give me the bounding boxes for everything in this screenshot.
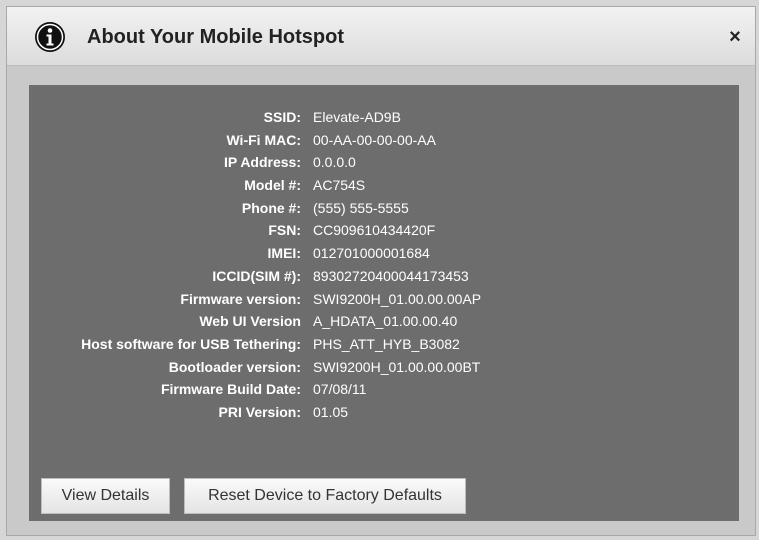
info-row: Host software for USB Tethering: PHS_ATT_… xyxy=(29,333,739,356)
dialog-title: About Your Mobile Hotspot xyxy=(87,26,345,48)
info-row: Bootloader version: SWI9200H_01.00.00.00B… xyxy=(29,356,739,379)
close-icon[interactable]: × xyxy=(725,26,745,48)
info-label: PRI Version: xyxy=(218,403,301,420)
info-value: AC754S xyxy=(313,177,366,194)
info-row: Firmware version: SWI9200H_01.00.00.00AP xyxy=(29,288,739,311)
info-row: ICCID(SIM #): 89302720400044173453 xyxy=(29,265,739,288)
info-icon xyxy=(35,22,65,52)
view-details-button[interactable]: View Details xyxy=(41,478,170,514)
info-label: Web UI Version xyxy=(199,313,301,330)
info-row: PRI Version: 01.05 xyxy=(29,401,739,424)
info-value: 012701000001684 xyxy=(313,245,430,262)
info-label: ICCID(SIM #): xyxy=(212,267,301,284)
info-label: Bootloader version: xyxy=(168,358,301,375)
info-table: SSID: Elevate-AD9B Wi-Fi MAC: 00-AA-00-00-0… xyxy=(29,106,739,424)
info-value: 00-AA-00-00-00-AA xyxy=(313,131,436,148)
info-value: PHS_ATT_HYB_B3082 xyxy=(313,335,460,352)
info-value: SWI9200H_01.00.00.00BT xyxy=(313,358,481,375)
info-row: Firmware Build Date: 07/08/11 xyxy=(29,378,739,401)
info-row: Wi-Fi MAC: 00-AA-00-00-00-AA xyxy=(29,129,739,152)
info-label: Firmware version: xyxy=(180,290,301,307)
info-row: FSN: CC909610434420F xyxy=(29,219,739,242)
reset-factory-defaults-button[interactable]: Reset Device to Factory Defaults xyxy=(184,478,466,514)
info-label: FSN: xyxy=(268,222,301,239)
info-value: A_HDATA_01.00.00.40 xyxy=(313,313,458,330)
info-value: (555) 555-5555 xyxy=(313,199,409,216)
info-label: Wi-Fi MAC: xyxy=(226,131,301,148)
info-label: Phone #: xyxy=(241,199,301,216)
hotspot-info-panel: SSID: Elevate-AD9B Wi-Fi MAC: 00-AA-00-00-0… xyxy=(29,85,739,521)
info-value: Elevate-AD9B xyxy=(313,109,401,125)
info-label: Firmware Build Date: xyxy=(160,381,301,398)
info-value: 0.0.0.0 xyxy=(313,154,356,171)
info-label: Model #: xyxy=(244,177,301,194)
info-row: Phone #: (555) 555-5555 xyxy=(29,197,739,220)
info-row: IMEI: 012701000001684 xyxy=(29,242,739,265)
info-value: CC909610434420F xyxy=(313,222,436,239)
info-value: 01.05 xyxy=(313,403,349,420)
about-dialog: About Your Mobile Hotspot × SSID: Elevate… xyxy=(6,6,756,536)
info-value: 07/08/11 xyxy=(313,381,367,398)
info-label: Host software for USB Tethering: xyxy=(81,335,301,352)
dialog-titlebar: About Your Mobile Hotspot × xyxy=(7,7,755,66)
info-row: Web UI Version A_HDATA_01.00.00.40 xyxy=(29,310,739,333)
info-value: 89302720400044173453 xyxy=(313,267,469,284)
info-row: SSID: Elevate-AD9B xyxy=(29,106,739,129)
info-row: IP Address: 0.0.0.0 xyxy=(29,151,739,174)
info-label: SSID: xyxy=(263,109,301,125)
info-value: SWI9200H_01.00.00.00AP xyxy=(313,290,482,307)
info-label: IMEI: xyxy=(267,245,301,262)
info-label: IP Address: xyxy=(223,154,301,171)
info-row: Model #: AC754S xyxy=(29,174,739,197)
